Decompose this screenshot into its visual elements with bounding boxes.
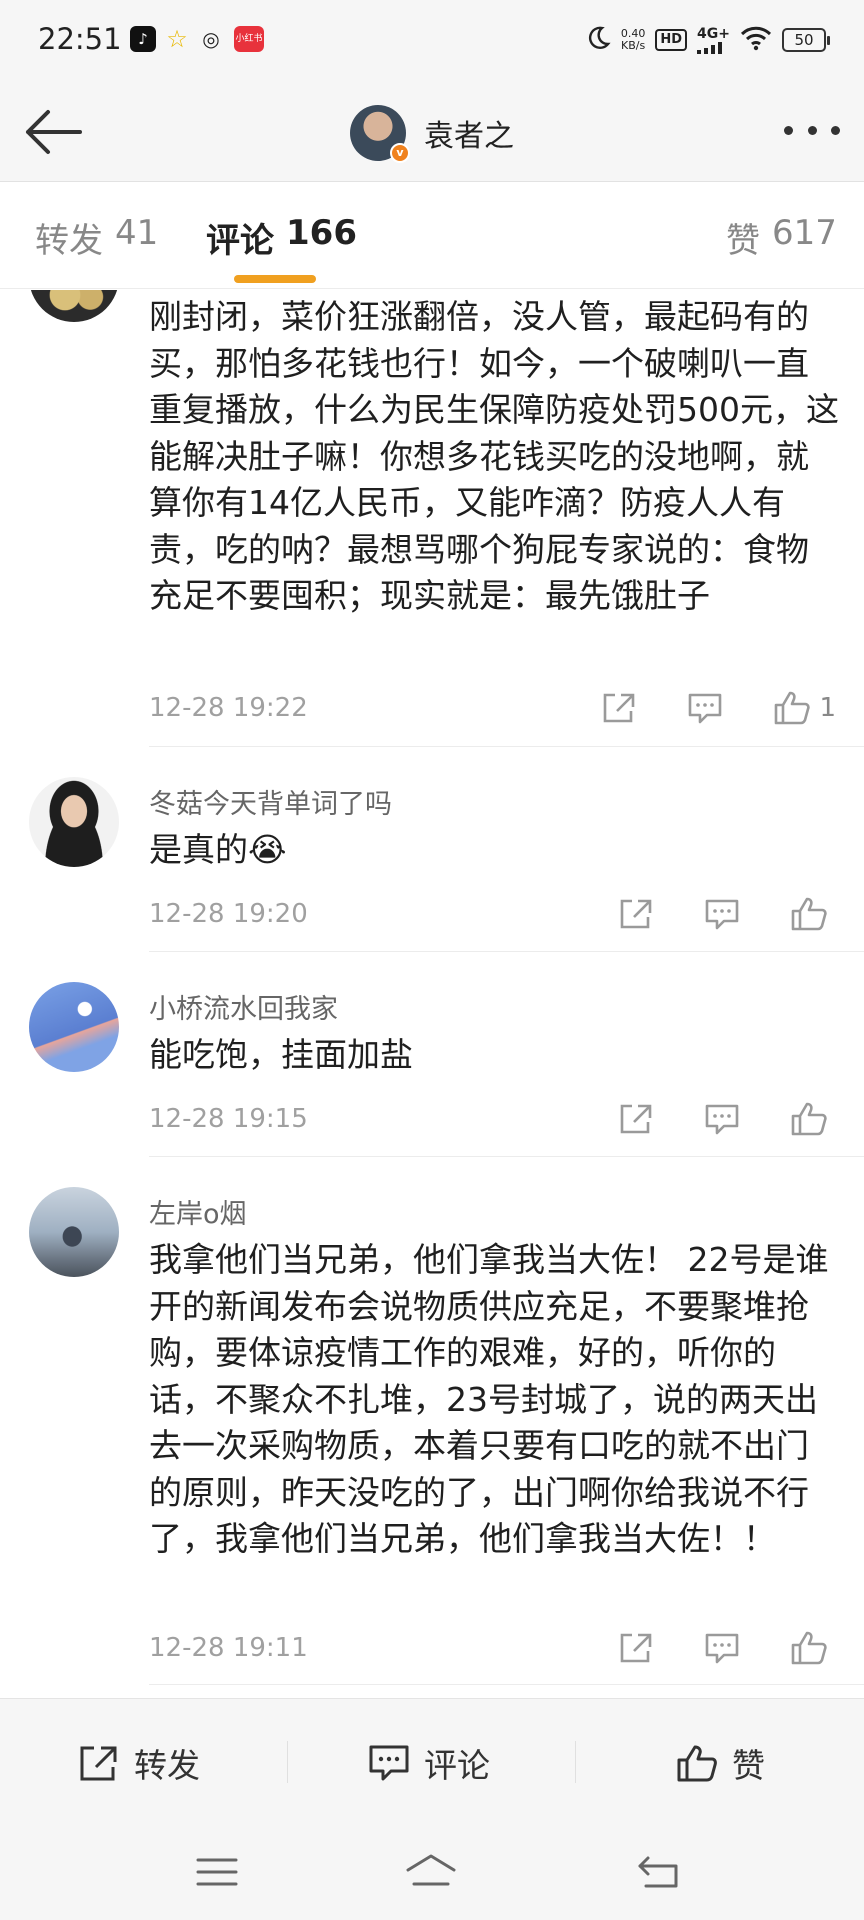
comment-button[interactable]: 评论 xyxy=(368,1739,490,1787)
comment-text: 能吃饱，挂面加盐 xyxy=(149,1035,413,1074)
share-icon[interactable] xyxy=(601,691,637,725)
network-type: 4G+ xyxy=(697,26,730,42)
like-button[interactable] xyxy=(790,1101,836,1137)
comment-text: 刚封闭，菜价狂涨翻倍，没人管，最起码有的买，那怕多花钱也行！如今，一个破喇叭一直… xyxy=(149,297,839,615)
wifi-icon xyxy=(740,25,772,55)
toolbar-separator xyxy=(575,1741,576,1783)
commenter-name[interactable]: 左岸o烟 xyxy=(149,1192,247,1231)
status-bar: 22:51 ♪ ☆ ◎ 小红书 0.40 KB/s HD 4G+ 50 xyxy=(0,0,864,82)
commenter-avatar[interactable] xyxy=(29,290,119,322)
commenter-avatar[interactable] xyxy=(29,1187,119,1277)
comment-text: 是真的😭 xyxy=(149,830,287,869)
reply-icon[interactable] xyxy=(704,1631,740,1665)
status-indicators: 0.40 KB/s HD 4G+ 50 xyxy=(585,24,830,56)
reply-icon[interactable] xyxy=(687,691,723,725)
tab-comment[interactable]: 评论 166 xyxy=(206,213,357,262)
more-options-icon[interactable] xyxy=(784,118,840,142)
author-name[interactable]: 袁者之 xyxy=(424,111,514,155)
comment-time: 12-28 19:22 xyxy=(149,693,308,723)
like-button[interactable] xyxy=(790,1630,836,1666)
like-label: 赞 xyxy=(732,1746,765,1785)
back-arrow-icon[interactable] xyxy=(20,104,84,160)
top-nav-bar: v 袁者之 xyxy=(0,82,864,182)
star-icon: ☆ xyxy=(166,25,188,53)
system-navigation-bar xyxy=(0,1826,864,1920)
commenter-name[interactable]: 冬菇今天背单词了吗 xyxy=(149,782,392,821)
like-post-button[interactable]: 赞 xyxy=(676,1739,765,1787)
comment-time: 12-28 19:20 xyxy=(149,899,308,929)
repost-label: 转发 xyxy=(134,1746,200,1785)
active-tab-indicator xyxy=(234,275,316,283)
comment-icon xyxy=(369,1745,409,1781)
signal-icon: 4G+ xyxy=(697,26,730,54)
commenter-avatar[interactable] xyxy=(29,982,119,1072)
repost-button[interactable]: 转发 xyxy=(78,1739,200,1787)
comment-list[interactable]: 刚封闭，菜价狂涨翻倍，没人管，最起码有的买，那怕多花钱也行！如今，一个破喇叭一直… xyxy=(0,290,864,1698)
comment-time: 12-28 19:11 xyxy=(149,1633,308,1663)
share-icon[interactable] xyxy=(618,1102,654,1136)
author-header[interactable]: v 袁者之 xyxy=(350,104,514,163)
comment-divider xyxy=(149,951,864,952)
tab-comment-label: 评论 xyxy=(206,221,274,261)
author-avatar[interactable]: v xyxy=(350,105,410,163)
hd-badge: HD xyxy=(655,29,688,51)
tab-like-count: 617 xyxy=(772,213,837,253)
weibo-icon: ◎ xyxy=(202,27,220,51)
tab-repost-label: 转发 xyxy=(35,221,103,261)
tab-comment-count: 166 xyxy=(286,213,357,253)
net-speed: 0.40 KB/s xyxy=(621,28,646,52)
like-button[interactable] xyxy=(790,896,836,932)
comment-text: 我拿他们当兄弟，他们拿我当大佐！ 22号是谁开的新闻发布会说物质供应充足，不要聚… xyxy=(149,1240,829,1558)
comment-label: 评论 xyxy=(424,1746,490,1785)
moon-icon xyxy=(585,25,611,55)
comment-divider xyxy=(149,746,864,747)
menu-icon[interactable] xyxy=(190,1848,244,1896)
share-icon[interactable] xyxy=(618,1631,654,1665)
repost-icon xyxy=(80,1746,117,1781)
tab-like-label: 赞 xyxy=(726,221,760,261)
like-count: 1 xyxy=(819,693,836,723)
comment-time: 12-28 19:15 xyxy=(149,1104,308,1134)
bottom-action-bar: 转发 评论 赞 xyxy=(0,1698,864,1826)
home-icon[interactable] xyxy=(404,1848,458,1896)
comment-divider xyxy=(149,1156,864,1157)
net-speed-unit: KB/s xyxy=(621,39,646,52)
toolbar-separator xyxy=(287,1741,288,1783)
comment-actions xyxy=(618,1628,836,1668)
battery-indicator: 50 xyxy=(782,28,830,52)
comment-divider xyxy=(149,1684,864,1685)
weibo-comments-screen: 22:51 ♪ ☆ ◎ 小红书 0.40 KB/s HD 4G+ 50 v 袁者… xyxy=(0,0,864,1920)
back-icon[interactable] xyxy=(632,1848,686,1896)
tiktok-icon: ♪ xyxy=(130,26,156,52)
thumbs-up-icon xyxy=(677,1745,717,1782)
verified-badge-icon: v xyxy=(390,143,410,163)
tab-like[interactable]: 赞 617 xyxy=(726,213,837,262)
commenter-name[interactable]: 小桥流水回我家 xyxy=(149,987,338,1026)
comment-tabs: 转发 41 评论 166 赞 617 xyxy=(0,183,864,289)
status-time: 22:51 xyxy=(38,22,122,56)
like-button[interactable]: 1 xyxy=(773,690,836,726)
tab-repost-count: 41 xyxy=(115,213,159,253)
comment-actions xyxy=(618,894,836,934)
comment-actions: 1 xyxy=(601,688,836,728)
commenter-avatar[interactable] xyxy=(29,777,119,867)
share-icon[interactable] xyxy=(618,897,654,931)
reply-icon[interactable] xyxy=(704,897,740,931)
reply-icon[interactable] xyxy=(704,1102,740,1136)
comment-actions xyxy=(618,1099,836,1139)
tab-repost[interactable]: 转发 41 xyxy=(35,213,158,262)
red-app-icon: 小红书 xyxy=(234,26,264,52)
